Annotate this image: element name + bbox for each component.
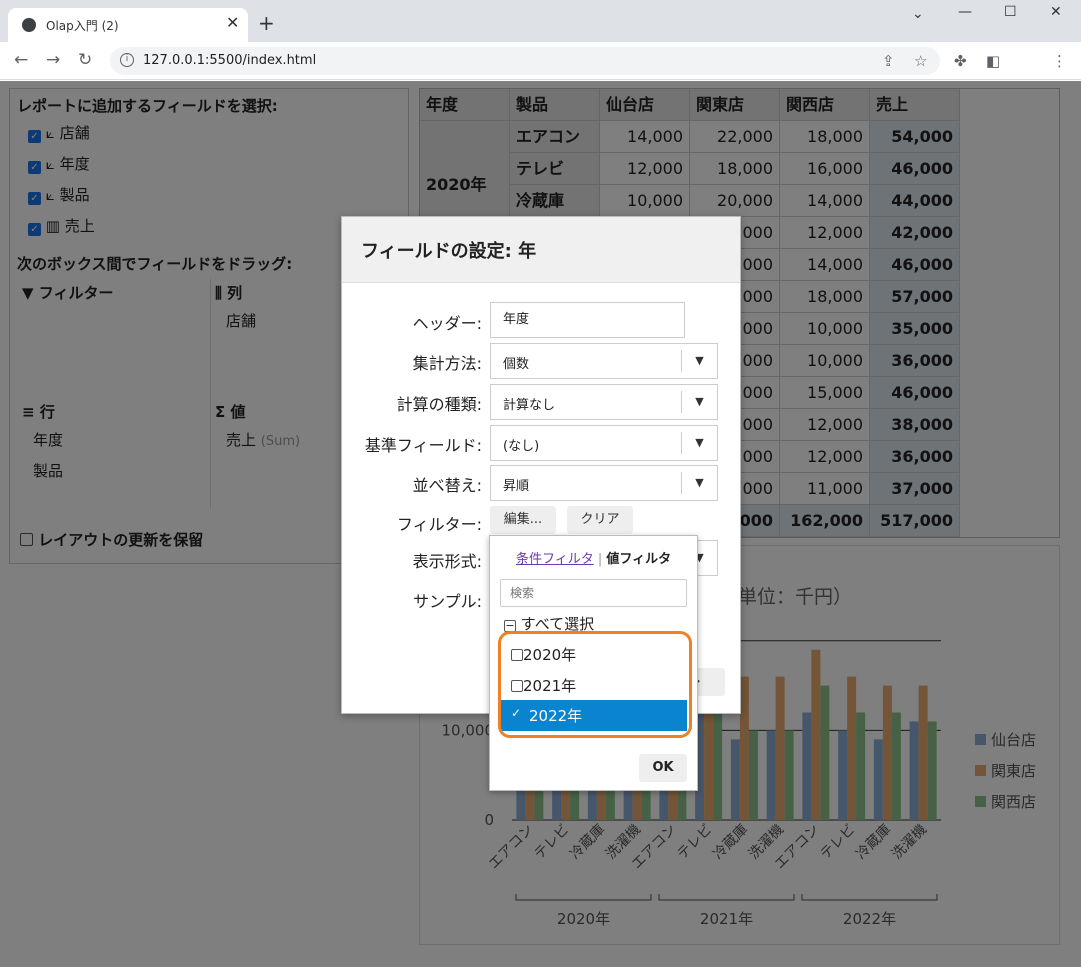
agg-label: 集計方法: (412, 354, 482, 373)
value-filter-tab[interactable]: 値フィルタ (606, 552, 671, 567)
dialog-title: フィールドの設定: 年 (361, 241, 537, 262)
dialog-header: フィールドの設定: 年 (342, 217, 740, 283)
tab-title: Olap入門 (2) (46, 19, 119, 33)
sidepanel-icon[interactable]: ◧ (986, 52, 1000, 70)
globe-icon (22, 18, 36, 32)
close-tab-icon[interactable]: ✕ (226, 13, 239, 32)
header-input[interactable]: 年度 (490, 302, 685, 338)
new-tab-button[interactable]: + (258, 11, 275, 35)
dropdown-arrow-icon: ▼ (681, 432, 717, 454)
edit-filter-button[interactable]: 編集... (490, 506, 556, 534)
sort-label: 並べ替え: (412, 476, 482, 495)
extensions-icon[interactable]: ✤ (954, 52, 967, 70)
calc-select[interactable]: 計算なし ▼ (490, 384, 718, 420)
maximize-button[interactable]: ☐ (1004, 4, 1017, 20)
filter-label: フィルター: (396, 515, 482, 534)
base-field-select[interactable]: (なし) ▼ (490, 425, 718, 461)
agg-select[interactable]: 個数 ▼ (490, 343, 718, 379)
info-icon[interactable]: i (120, 53, 134, 67)
close-window-button[interactable]: ✕ (1050, 4, 1062, 20)
url-text: 127.0.0.1:5500/index.html (143, 53, 317, 68)
header-label: ヘッダー: (412, 314, 482, 333)
dropdown-arrow-icon: ▼ (681, 350, 717, 372)
minimize-button[interactable]: — (958, 4, 972, 20)
filter-search-input[interactable] (500, 579, 687, 607)
dropdown-arrow-icon: ▼ (681, 472, 717, 494)
star-icon[interactable]: ☆ (914, 52, 927, 70)
sample-label: サンプル: (413, 592, 482, 611)
calc-label: 計算の種類: (396, 395, 482, 414)
forward-button[interactable]: → (46, 50, 60, 70)
browser-tab[interactable]: Olap入門 (2) ✕ (8, 8, 248, 42)
ok-button[interactable]: OK (639, 754, 687, 782)
value-filter-popup: 条件フィルタ | 値フィルタ − すべて選択 2020年 2021年 ✓ 202… (489, 535, 698, 791)
chevron-down-icon[interactable]: ⌄ (912, 6, 924, 22)
clear-filter-button[interactable]: クリア (567, 506, 633, 534)
sort-select[interactable]: 昇順 ▼ (490, 465, 718, 501)
format-label: 表示形式: (412, 552, 482, 571)
menu-icon[interactable]: ⋮ (1052, 52, 1067, 70)
address-bar[interactable]: i 127.0.0.1:5500/index.html (110, 47, 940, 75)
base-field-label: 基準フィールド: (364, 436, 482, 455)
highlight-callout (498, 631, 692, 738)
share-icon[interactable]: ⇪ (882, 52, 895, 70)
tab-separator: | (597, 552, 603, 567)
back-button[interactable]: ← (14, 50, 28, 70)
reload-button[interactable]: ↻ (78, 50, 92, 70)
condition-filter-tab[interactable]: 条件フィルタ (516, 552, 594, 567)
dropdown-arrow-icon: ▼ (681, 391, 717, 413)
